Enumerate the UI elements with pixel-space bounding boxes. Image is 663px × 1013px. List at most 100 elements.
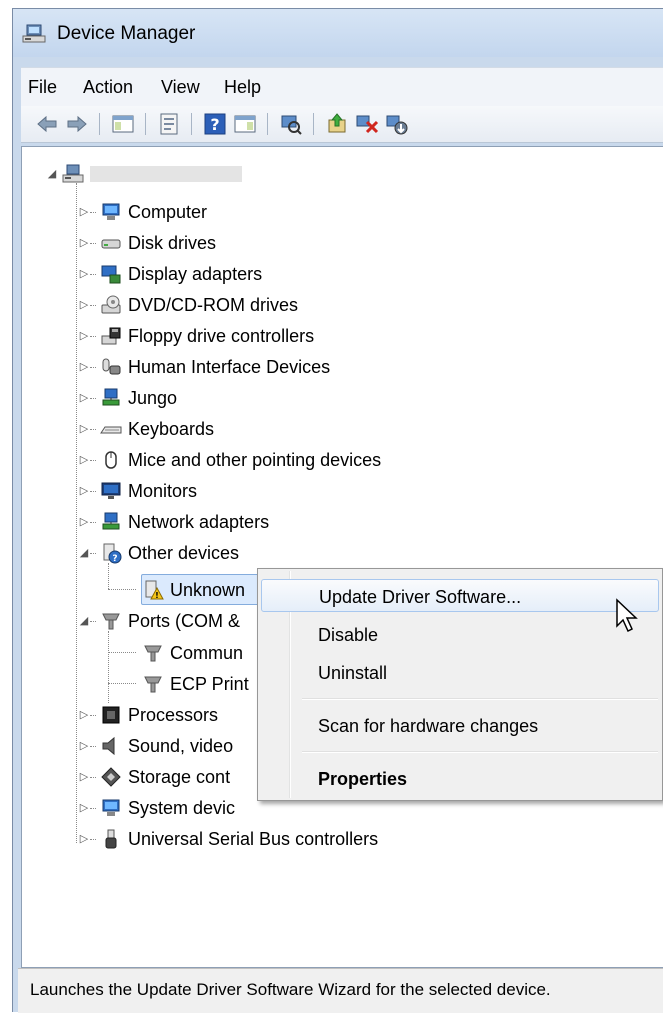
- toolbar: ?: [21, 106, 663, 143]
- computer-root-icon: [62, 164, 84, 183]
- menu-action[interactable]: Action: [83, 77, 133, 98]
- status-text: Launches the Update Driver Software Wiza…: [30, 980, 551, 999]
- expand-arrow-icon[interactable]: ▷: [78, 833, 90, 845]
- category-label: Storage cont: [128, 766, 231, 787]
- expand-arrow-icon[interactable]: ▷: [78, 485, 90, 497]
- tree-device-ecp-printer-port[interactable]: ECP Print: [138, 669, 249, 699]
- menu-item-disable[interactable]: Disable: [261, 618, 659, 651]
- tree-category-hid[interactable]: ▷ Human Interface Devices: [78, 352, 330, 382]
- tree-category-floppy-controllers[interactable]: ▷ Floppy drive controllers: [78, 321, 314, 351]
- menu-item-uninstall[interactable]: Uninstall: [261, 656, 659, 689]
- category-label: Disk drives: [128, 232, 217, 253]
- tree-category-other-devices[interactable]: ◢ ? Other devices: [78, 538, 239, 568]
- category-label: Ports (COM &: [128, 610, 241, 631]
- device-manager-icon: [22, 24, 46, 43]
- expand-arrow-icon[interactable]: ▷: [78, 423, 90, 435]
- menu-separator: [302, 751, 658, 753]
- collapse-arrow-icon[interactable]: ◢: [46, 168, 58, 180]
- menu-view[interactable]: View: [161, 77, 200, 98]
- tree-category-system-devices[interactable]: ▷ System devic: [78, 793, 235, 823]
- tree-category-sound[interactable]: ▷ Sound, video: [78, 731, 233, 761]
- tree-category-processors[interactable]: ▷ Processors: [78, 700, 218, 730]
- warning-device-icon: !: [145, 580, 164, 600]
- tree-category-mice[interactable]: ▷ Mice and other pointing devices: [78, 445, 381, 475]
- action-pane-icon[interactable]: [233, 112, 257, 136]
- category-label: Human Interface Devices: [128, 356, 331, 377]
- network-adapter-icon: [102, 512, 120, 530]
- mouse-cursor-icon: [616, 598, 638, 633]
- properties-icon[interactable]: [157, 112, 181, 136]
- expand-arrow-icon[interactable]: ▷: [78, 740, 90, 752]
- category-label: Computer: [128, 201, 208, 222]
- uninstall-icon[interactable]: [355, 112, 379, 136]
- collapse-arrow-icon[interactable]: ◢: [78, 547, 90, 559]
- forward-icon[interactable]: [65, 112, 89, 136]
- device-tree[interactable]: ◢ ▷ Computer ▷ Disk drives ▷ Display ada…: [21, 146, 663, 968]
- show-hide-console-tree-icon[interactable]: [111, 112, 135, 136]
- computer-icon: [102, 203, 120, 220]
- window-title: Device Manager: [57, 23, 196, 44]
- storage-controller-icon: [101, 767, 121, 787]
- tree-category-disk-drives[interactable]: ▷ Disk drives: [78, 228, 216, 258]
- category-label: Keyboards: [128, 418, 215, 439]
- network-device-icon: [102, 388, 120, 406]
- hid-icon: [102, 358, 121, 375]
- svg-text:!: !: [155, 591, 159, 600]
- monitor-icon: [101, 482, 121, 499]
- expand-arrow-icon[interactable]: ▷: [78, 206, 90, 218]
- tree-category-computer[interactable]: ▷ Computer: [78, 197, 207, 227]
- menu-item-update-driver[interactable]: Update Driver Software...: [261, 579, 659, 612]
- tree-category-keyboards[interactable]: ▷ Keyboards: [78, 414, 214, 444]
- back-icon[interactable]: [35, 112, 59, 136]
- category-label: Floppy drive controllers: [128, 325, 315, 346]
- category-label: Display adapters: [128, 263, 263, 284]
- category-label: Network adapters: [128, 511, 270, 532]
- title-bar[interactable]: Device Manager: [13, 9, 663, 57]
- tree-category-jungo[interactable]: ▷ Jungo: [78, 383, 177, 413]
- menu-item-properties[interactable]: Properties: [261, 762, 659, 795]
- tree-category-usb[interactable]: ▷ Universal Serial Bus controllers: [78, 824, 378, 854]
- expand-arrow-icon[interactable]: ▷: [78, 361, 90, 373]
- expand-arrow-icon[interactable]: ▷: [78, 516, 90, 528]
- display-adapter-icon: [101, 265, 121, 284]
- system-device-icon: [102, 799, 120, 816]
- menu-file[interactable]: File: [28, 77, 57, 98]
- category-label: Mice and other pointing devices: [128, 449, 382, 470]
- tree-device-comm-port[interactable]: Commun: [138, 638, 243, 668]
- keyboard-icon: [100, 426, 122, 434]
- tree-category-monitors[interactable]: ▷ Monitors: [78, 476, 197, 506]
- tree-category-network-adapters[interactable]: ▷ Network adapters: [78, 507, 269, 537]
- scan-hardware-icon[interactable]: [279, 112, 303, 136]
- expand-arrow-icon[interactable]: ▷: [78, 454, 90, 466]
- disable-icon[interactable]: [385, 112, 409, 136]
- menu-item-label: Disable: [318, 625, 379, 645]
- port-icon: [144, 645, 162, 662]
- tree-category-storage[interactable]: ▷ Storage cont: [78, 762, 230, 792]
- port-icon: [144, 676, 162, 693]
- expand-arrow-icon[interactable]: ▷: [78, 802, 90, 814]
- expand-arrow-icon[interactable]: ▷: [78, 237, 90, 249]
- menu-item-label: Update Driver Software...: [319, 587, 522, 607]
- category-label: Universal Serial Bus controllers: [128, 828, 379, 849]
- expand-arrow-icon[interactable]: ▷: [78, 771, 90, 783]
- expand-arrow-icon[interactable]: ▷: [78, 392, 90, 404]
- expand-arrow-icon[interactable]: ▷: [78, 299, 90, 311]
- tree-device-unknown[interactable]: ! Unknown: [138, 575, 245, 605]
- tree-category-dvd-drives[interactable]: ▷ DVD/CD-ROM drives: [78, 290, 298, 320]
- category-label: Processors: [128, 704, 219, 725]
- category-label: Jungo: [128, 387, 178, 408]
- menu-item-scan-hardware[interactable]: Scan for hardware changes: [261, 709, 659, 742]
- expand-arrow-icon[interactable]: ▷: [78, 330, 90, 342]
- menu-help[interactable]: Help: [224, 77, 261, 98]
- tree-category-ports[interactable]: ◢ Ports (COM &: [78, 606, 240, 636]
- help-icon[interactable]: ?: [203, 112, 227, 136]
- update-driver-icon[interactable]: [325, 112, 349, 136]
- category-label: Other devices: [128, 542, 240, 563]
- menu-item-label: Uninstall: [318, 663, 388, 683]
- tree-category-display-adapters[interactable]: ▷ Display adapters: [78, 259, 262, 289]
- menu-bar: File Action View Help: [21, 67, 663, 107]
- expand-arrow-icon[interactable]: ▷: [78, 268, 90, 280]
- expand-arrow-icon[interactable]: ▷: [78, 709, 90, 721]
- collapse-arrow-icon[interactable]: ◢: [78, 615, 90, 627]
- device-label: Unknown: [170, 579, 246, 600]
